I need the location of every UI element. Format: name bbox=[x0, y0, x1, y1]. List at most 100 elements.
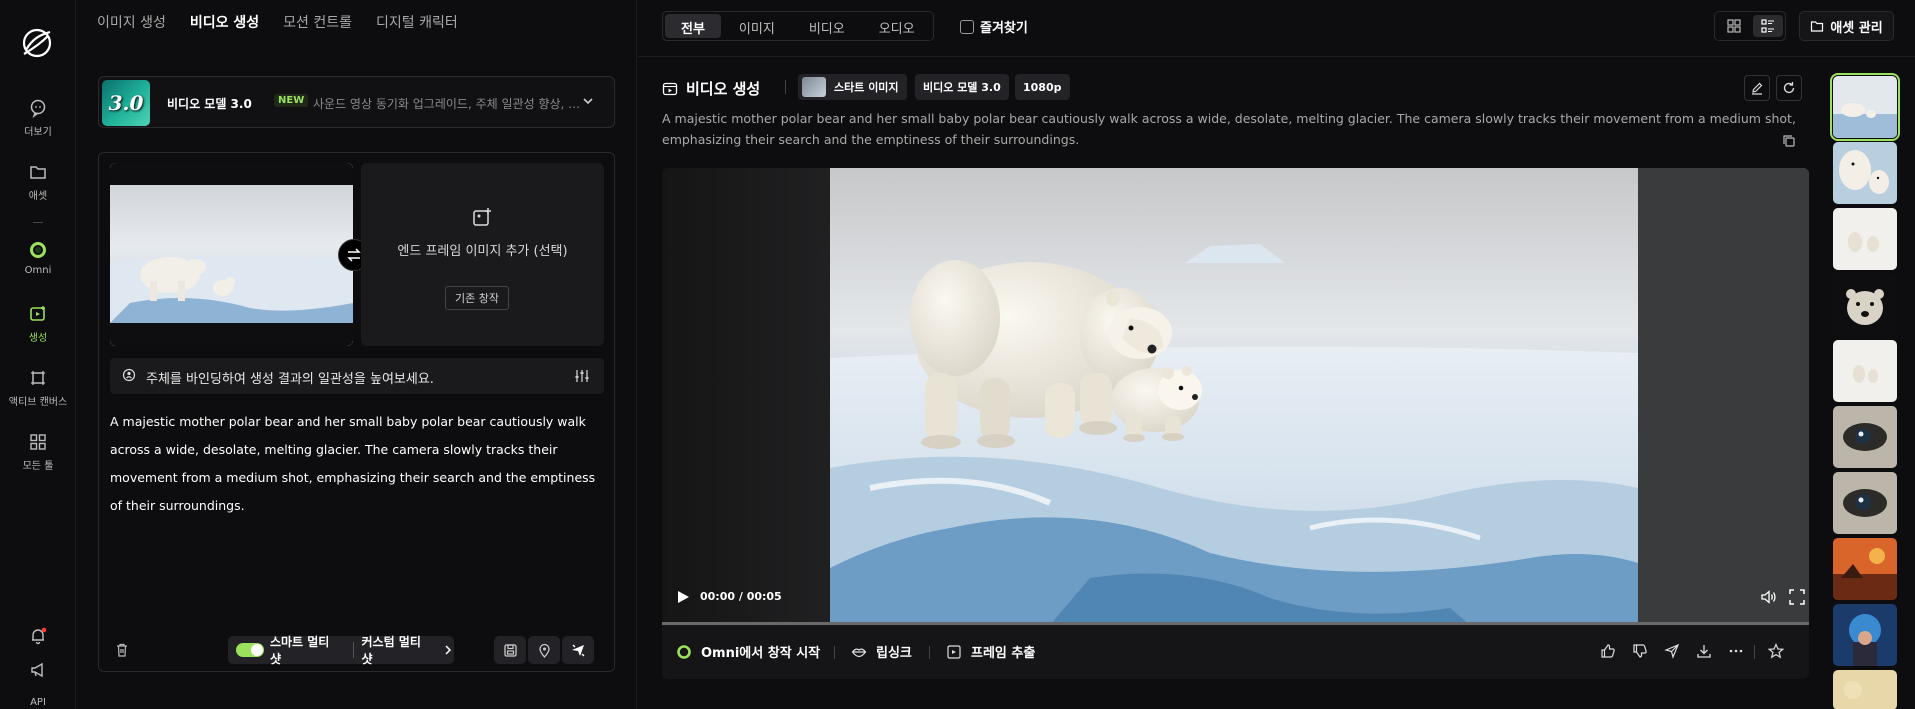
omni-ring-icon bbox=[677, 644, 691, 659]
tab-video-generation[interactable]: 비디오 생성 bbox=[190, 12, 259, 32]
rail-item-create[interactable]: 생성 bbox=[0, 304, 76, 344]
polar-bear-thumbnail bbox=[110, 163, 353, 346]
regenerate-button[interactable] bbox=[1776, 75, 1802, 101]
rail-item-all-tools[interactable]: 모든 툴 bbox=[0, 432, 76, 472]
subject-bind-icon bbox=[122, 368, 136, 382]
download-icon[interactable] bbox=[1696, 643, 1712, 659]
favorites-filter[interactable]: 즐겨찾기 bbox=[960, 17, 1028, 36]
rail-item-more[interactable]: 더보기 bbox=[0, 98, 76, 138]
divider bbox=[834, 646, 835, 659]
lipsync-button[interactable]: 립싱크 bbox=[851, 642, 912, 661]
play-icon[interactable] bbox=[676, 590, 690, 604]
chat-bubble-icon bbox=[30, 99, 46, 118]
filter-audio[interactable]: 오디오 bbox=[863, 14, 931, 38]
app-root: 더보기 애셋 Omni 생성 액티브 캔버스 모든 툴 API 이미지 생성 비… bbox=[0, 0, 1915, 709]
polar-bear-video-still bbox=[830, 168, 1638, 625]
smart-multishot-toggle[interactable] bbox=[236, 643, 264, 657]
volume-icon[interactable] bbox=[1760, 588, 1778, 606]
video-player[interactable]: 00:00 / 00:05 bbox=[662, 168, 1809, 625]
start-frame-image[interactable] bbox=[110, 163, 353, 346]
api-link[interactable]: API bbox=[0, 697, 76, 708]
rail-item-active-canvas[interactable]: 액티브 캔버스 bbox=[0, 368, 76, 408]
more-icon[interactable] bbox=[1728, 643, 1744, 659]
generate-button[interactable] bbox=[562, 636, 594, 664]
playback-time: 00:00 / 00:05 bbox=[700, 590, 782, 603]
trash-icon[interactable] bbox=[114, 642, 130, 658]
canvas-icon bbox=[31, 371, 45, 385]
existing-creation-button[interactable]: 기존 창작 bbox=[445, 286, 509, 310]
lips-icon bbox=[851, 648, 867, 657]
list-view-button[interactable] bbox=[1753, 15, 1783, 37]
tab-image-generation[interactable]: 이미지 생성 bbox=[97, 12, 166, 32]
chevron-right-icon bbox=[445, 645, 452, 655]
prompt-description: A majestic mother polar bear and her sma… bbox=[662, 111, 1796, 147]
grid-view-icon bbox=[1727, 19, 1741, 33]
custom-multishot-button[interactable]: 커스텀 멀티 샷 bbox=[362, 633, 437, 667]
filter-image[interactable]: 이미지 bbox=[723, 14, 791, 38]
history-thumb[interactable] bbox=[1833, 472, 1897, 534]
subject-binding-bar[interactable]: 주체를 바인딩하여 생성 결과의 일관성을 높여보세요. bbox=[110, 358, 604, 394]
resolution-label: 1080p bbox=[1023, 80, 1062, 94]
swap-icon bbox=[347, 248, 361, 262]
history-thumb[interactable] bbox=[1833, 406, 1897, 468]
left-rail: 더보기 애셋 Omni 생성 액티브 캔버스 모든 툴 API bbox=[0, 0, 76, 709]
rail-label: 액티브 캔버스 bbox=[8, 397, 68, 408]
history-thumb[interactable] bbox=[1833, 208, 1897, 270]
extract-frame-button[interactable]: 프레임 추출 bbox=[946, 642, 1035, 661]
history-thumb[interactable] bbox=[1833, 604, 1897, 666]
thumb-image bbox=[1833, 406, 1897, 468]
sparkle-send-icon bbox=[572, 644, 585, 657]
omni-ring-icon bbox=[30, 242, 46, 258]
bell-icon[interactable] bbox=[29, 627, 47, 645]
model-description: 사운드 영상 동기화 업그레이드, 주체 일관성 향상, 멀... bbox=[313, 97, 583, 111]
share-send-icon[interactable] bbox=[1664, 643, 1680, 659]
result-area: 전부 이미지 비디오 오디오 즐겨찾기 애셋 관리 비디오 생성 스타트 이미지… bbox=[638, 0, 1915, 709]
star-icon[interactable] bbox=[1768, 643, 1784, 659]
history-thumb[interactable] bbox=[1833, 670, 1897, 709]
history-thumb[interactable] bbox=[1833, 340, 1897, 402]
model-selector[interactable]: 3.0 비디오 모델 3.0 NEW 사운드 영상 동기화 업그레이드, 주체 … bbox=[98, 76, 615, 128]
filter-all[interactable]: 전부 bbox=[665, 14, 721, 38]
thumbs-up-icon[interactable] bbox=[1600, 643, 1616, 659]
thumbs-down-icon[interactable] bbox=[1632, 643, 1648, 659]
start-image-thumb bbox=[802, 77, 826, 97]
divider bbox=[785, 80, 786, 94]
save-draft-button[interactable] bbox=[494, 636, 526, 664]
start-image-chip[interactable]: 스타트 이미지 bbox=[798, 74, 907, 100]
filter-video[interactable]: 비디오 bbox=[793, 14, 861, 38]
generation-tabs: 이미지 생성 비디오 생성 모션 컨트롤 디지털 캐릭터 bbox=[97, 12, 458, 32]
end-frame-slot[interactable]: 엔드 프레임 이미지 추가 (선택) 기존 창작 bbox=[361, 163, 604, 346]
prompt-text[interactable]: A majestic mother polar bear and her sma… bbox=[110, 408, 604, 520]
asset-manage-button[interactable]: 애셋 관리 bbox=[1799, 11, 1894, 41]
new-badge: NEW bbox=[274, 94, 309, 107]
divider bbox=[352, 642, 354, 658]
history-thumb[interactable] bbox=[1830, 73, 1900, 141]
history-thumb[interactable] bbox=[1833, 538, 1897, 600]
history-thumb[interactable] bbox=[1833, 274, 1897, 336]
frame-editor: 엔드 프레임 이미지 추가 (선택) 기존 창작 주체를 바인딩하여 생성 결과… bbox=[98, 152, 615, 672]
copy-icon[interactable] bbox=[1782, 134, 1796, 148]
tab-motion-control[interactable]: 모션 컨트롤 bbox=[283, 12, 352, 32]
edit-button[interactable] bbox=[1744, 75, 1770, 101]
rail-item-omni[interactable]: Omni bbox=[0, 240, 76, 276]
resolution-chip: 1080p bbox=[1015, 74, 1070, 100]
location-button[interactable] bbox=[528, 636, 560, 664]
fullscreen-icon[interactable] bbox=[1788, 588, 1806, 606]
sliders-icon[interactable] bbox=[574, 368, 590, 384]
frame-extract-icon bbox=[947, 644, 961, 659]
history-thumb[interactable] bbox=[1833, 142, 1897, 204]
favorites-checkbox[interactable] bbox=[960, 19, 974, 34]
tab-digital-character[interactable]: 디지털 캐릭터 bbox=[376, 12, 458, 32]
app-logo-icon[interactable] bbox=[20, 26, 54, 60]
extract-frame-label: 프레임 추출 bbox=[971, 646, 1036, 661]
rail-item-assets[interactable]: 애셋 bbox=[0, 162, 76, 202]
megaphone-icon[interactable] bbox=[29, 661, 47, 679]
thumb-image bbox=[1833, 670, 1897, 709]
grid-view-button[interactable] bbox=[1719, 15, 1749, 37]
save-icon bbox=[503, 643, 517, 657]
thumb-image bbox=[1833, 604, 1897, 666]
divider bbox=[929, 646, 930, 659]
header-divider bbox=[638, 56, 1915, 57]
start-in-omni-button[interactable]: Omni에서 창작 시작 bbox=[676, 642, 820, 661]
end-frame-label: 엔드 프레임 이미지 추가 (선택) bbox=[397, 244, 568, 259]
